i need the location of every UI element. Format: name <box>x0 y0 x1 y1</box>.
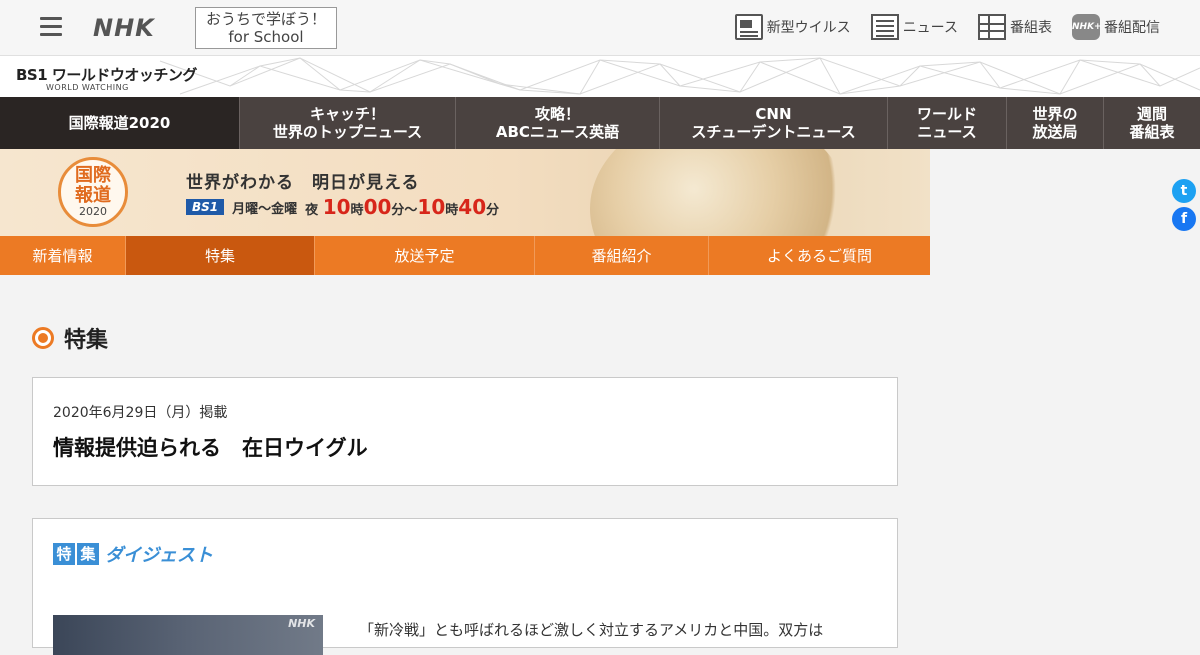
time-start-minute: 00 <box>363 195 392 219</box>
time-end-minute: 40 <box>458 195 487 219</box>
program-sub-nav: 新着情報 特集 放送予定 番組紹介 よくあるご質問 <box>0 236 930 275</box>
for-school-line2: for School <box>228 28 304 46</box>
top-link-news[interactable]: ニュース <box>870 14 958 40</box>
time-minute-unit: 分～ <box>391 203 418 218</box>
program-nav-weekly-guide[interactable]: 週間 番組表 <box>1104 97 1200 149</box>
article-header-card: 2020年6月29日（月）掲載 情報提供迫られる 在日ウイグル <box>32 377 898 486</box>
time-start-hour: 10 <box>322 195 351 219</box>
broadcast-days: 月曜～金曜 <box>232 201 298 217</box>
globe-decoration <box>590 149 850 236</box>
program-nav-world-broadcasters[interactable]: 世界の 放送局 <box>1007 97 1104 149</box>
digest-box-1: 特 <box>53 543 75 565</box>
broadcast-time: BS1 月曜～金曜 夜 10時00分～10時40分 <box>186 195 499 219</box>
sub-nav-faq[interactable]: よくあるご質問 <box>709 236 930 275</box>
time-hour-unit: 時 <box>350 203 364 218</box>
top-link-virus[interactable]: 新型ウイルス <box>734 14 851 40</box>
emblem-year: 2020 <box>79 205 107 218</box>
article-title: 情報提供迫られる 在日ウイグル <box>53 436 368 460</box>
program-nav-kokusai-houdou[interactable]: 国際報道2020 <box>0 97 240 149</box>
bs1-channel-badge: BS1 <box>186 199 225 215</box>
digest-label-text: ダイジェスト <box>105 545 213 566</box>
top-link-label: 番組表 <box>1010 20 1052 36</box>
hero-tagline: 世界がわかる 明日が見える <box>186 173 420 193</box>
time-minute-unit: 分 <box>486 203 500 218</box>
top-links: 新型ウイルス ニュース 番組表 NHK+ 番組配信 <box>734 14 1160 40</box>
top-link-program-guide[interactable]: 番組表 <box>978 14 1052 40</box>
virus-news-icon <box>734 14 763 40</box>
program-nav-catch[interactable]: キャッチ！ 世界のトップニュース <box>240 97 456 149</box>
section-title: 特集 <box>64 328 109 353</box>
top-link-label: ニュース <box>902 20 958 36</box>
emblem-line1: 国際 <box>75 165 111 186</box>
social-share: t f <box>1172 179 1196 235</box>
emblem-line2: 報道 <box>75 185 111 206</box>
for-school-line1: おうちで学ぼう！ <box>205 10 326 28</box>
for-school-link[interactable]: おうちで学ぼう！ for School <box>195 7 337 49</box>
nhk-plus-icon: NHK+ <box>1072 14 1102 40</box>
thumbnail-nhk-logo: NHK <box>288 617 315 630</box>
top-link-streaming[interactable]: NHK+ 番組配信 <box>1072 14 1160 40</box>
program-hero-banner: 国際 報道 2020 世界がわかる 明日が見える BS1 月曜～金曜 夜 10時… <box>0 149 930 236</box>
sub-nav-program-info[interactable]: 番組紹介 <box>535 236 709 275</box>
news-icon <box>870 14 899 40</box>
top-link-label: 番組配信 <box>1104 20 1160 36</box>
sub-nav-features[interactable]: 特集 <box>126 236 315 275</box>
program-emblem[interactable]: 国際 報道 2020 <box>58 157 128 227</box>
digest-card: 特 集 ダイジェスト NHK 「新冷戦」とも呼ばれるほど激しく対立するアメリカと… <box>32 518 898 655</box>
broadcast-hours: 夜 10時00分～10時40分 <box>305 195 499 219</box>
digest-label: 特 集 ダイジェスト <box>53 541 213 567</box>
program-nav-world-news[interactable]: ワールド ニュース <box>888 97 1007 149</box>
bullet-circle-icon <box>32 327 54 349</box>
world-watching-logo[interactable]: BS1 ワールドウオッチング WORLD WATCHING <box>16 64 197 92</box>
article-date: 2020年6月29日（月）掲載 <box>53 405 228 421</box>
top-link-label: 新型ウイルス <box>766 20 851 36</box>
top-header: NHK おうちで学ぼう！ for School 新型ウイルス ニュース 番組表 … <box>0 0 1200 56</box>
world-watching-band: BS1 ワールドウオッチング WORLD WATCHING <box>0 56 1200 97</box>
facebook-icon[interactable]: f <box>1172 207 1196 231</box>
time-hour-unit: 時 <box>445 203 459 218</box>
section-heading: 特集 <box>32 322 108 354</box>
hamburger-menu-icon[interactable] <box>40 17 62 37</box>
sub-nav-schedule[interactable]: 放送予定 <box>315 236 535 275</box>
world-watching-logo-main: BS1 ワールドウオッチング <box>16 66 197 84</box>
time-end-hour: 10 <box>417 195 446 219</box>
digest-box-2: 集 <box>77 543 99 565</box>
program-guide-icon <box>978 14 1006 40</box>
program-nav-abc-news[interactable]: 攻略！ ABCニュース英語 <box>456 97 660 149</box>
program-nav: 国際報道2020 キャッチ！ 世界のトップニュース 攻略！ ABCニュース英語 … <box>0 97 1200 149</box>
sub-nav-new-info[interactable]: 新着情報 <box>0 236 126 275</box>
program-nav-cnn-student-news[interactable]: CNN スチューデントニュース <box>660 97 888 149</box>
digest-video-thumbnail[interactable]: NHK <box>53 615 323 655</box>
nhk-logo[interactable]: NHK <box>93 14 155 42</box>
time-night: 夜 <box>305 203 319 218</box>
twitter-icon[interactable]: t <box>1172 179 1196 203</box>
